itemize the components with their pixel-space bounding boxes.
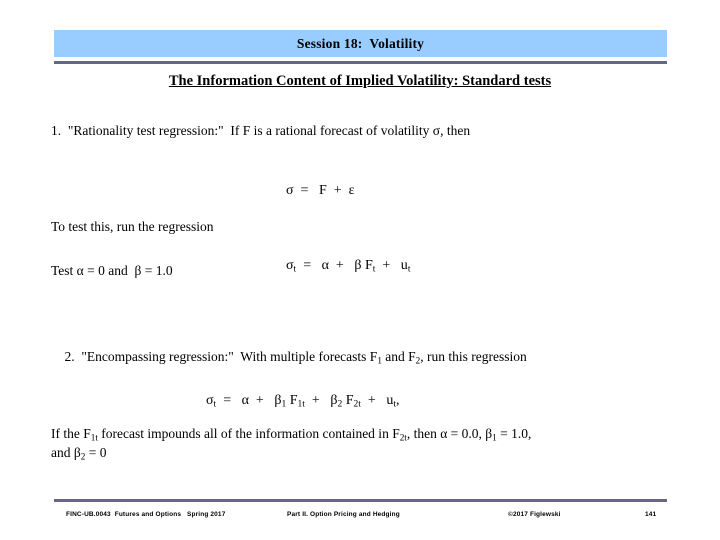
equation-3-part-b: F: [286, 393, 298, 408]
point-2-intro-b: and F: [381, 349, 416, 364]
equation-1-text: σ = F + ε: [286, 183, 355, 198]
equation-3: σt = α + β1 F1t + β2 F2t + ut,: [192, 377, 399, 425]
slide-title-banner: Session 18: Volatility: [54, 30, 667, 57]
slide-title: Session 18: Volatility: [296, 35, 425, 51]
point-2-intro-a: 2. "Encompassing regression:" With multi…: [64, 349, 378, 364]
closing-part-d: = 1.0,: [496, 426, 532, 441]
title-divider-rule: [54, 61, 667, 64]
equation-2-tail: + u: [375, 258, 408, 273]
run-regression-label: To test this, run the regression: [51, 219, 214, 234]
closing-f2t-subscript: 2t: [399, 432, 407, 443]
equation-3-part-c: + β: [304, 393, 338, 408]
slide-subtitle: The Information Content of Implied Volat…: [168, 73, 552, 89]
closing-part-c: , then α = 0.0, β: [406, 426, 493, 441]
slide-canvas: Session 18: Volatility The Information C…: [0, 0, 720, 540]
closing-part-e: and β: [51, 445, 81, 460]
hypothesis-test-line: Test α = 0 and β = 1.0: [51, 263, 173, 278]
closing-part-b: forecast impounds all of the information…: [97, 426, 400, 441]
equation-2-middle: = α + β F: [296, 258, 373, 273]
equation-1: σ = F + ε: [272, 167, 355, 215]
equation-2-sigma: σ: [286, 258, 294, 273]
footer-part-label: Part II. Option Pricing and Hedging: [287, 511, 400, 518]
footer-divider-rule: [54, 499, 667, 502]
equation-2: σt = α + β Ft + ut: [272, 242, 410, 290]
equation-3-f2-subscript: 2t: [353, 399, 361, 410]
point-1-intro: 1. "Rationality test regression:" If F i…: [51, 123, 471, 138]
equation-3-part-d: F: [342, 393, 354, 408]
closing-f1t-subscript: 1t: [90, 432, 98, 443]
footer-page-number: 141: [645, 511, 657, 518]
slide-subtitle-container: The Information Content of Implied Volat…: [0, 72, 720, 90]
equation-3-part-e: + u: [360, 393, 394, 408]
equation-2-u-subscript: t: [407, 264, 411, 275]
point-2-intro-c: , run this regression: [420, 349, 527, 364]
equation-3-part-a: = α + β: [216, 393, 282, 408]
closing-part-f: = 0: [85, 445, 107, 460]
point-2-intro: 2. "Encompassing regression:" With multi…: [51, 331, 527, 382]
equation-3-sigma: σ: [206, 393, 214, 408]
equation-3-part-f: ,: [395, 393, 400, 408]
closing-paragraph: If the F1t forecast impounds all of the …: [51, 424, 661, 462]
equation-3-f1-subscript: 1t: [297, 399, 305, 410]
footer-course-label: FINC-UB.0043 Futures and Options Spring …: [66, 511, 226, 518]
footer-copyright-label: ©2017 Figlewski: [508, 511, 561, 518]
closing-part-a: If the F: [51, 426, 91, 441]
slide-footer: FINC-UB.0043 Futures and Options Spring …: [0, 511, 720, 525]
